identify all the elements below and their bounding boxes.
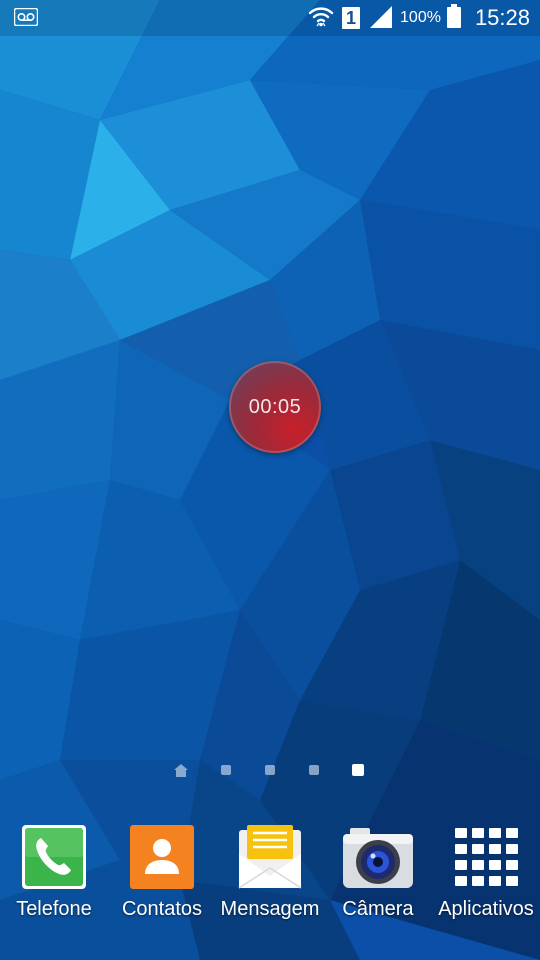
status-icons: 1 100% 15:28 (300, 0, 530, 36)
signal-icon (368, 4, 394, 33)
page-dot[interactable] (221, 765, 231, 775)
dock-app-mensagem[interactable]: Mensagem (216, 822, 324, 932)
battery-icon (446, 3, 461, 33)
page-dot-active[interactable] (352, 764, 364, 776)
wallpaper (0, 0, 540, 960)
dock-app-telefone[interactable]: Telefone (0, 822, 108, 932)
wifi-icon (308, 4, 334, 33)
sim-slot-badge: 1 (342, 7, 361, 29)
message-icon (235, 824, 305, 895)
phone-icon (21, 824, 87, 895)
page-dot[interactable] (265, 765, 275, 775)
dock-label: Aplicativos (438, 898, 534, 920)
contacts-icon (129, 824, 195, 895)
dock-app-contatos[interactable]: Contatos (108, 822, 216, 932)
home-page-indicator-icon[interactable] (174, 764, 188, 782)
home-screen: 1 100% 15:28 00:05 Telefone Contatos Men… (0, 0, 540, 960)
status-clock: 15:28 (474, 5, 530, 30)
dock: Telefone Contatos Mensagem Câmera Aplica… (0, 822, 540, 932)
battery-percent: 100% (400, 9, 441, 26)
camera-icon (342, 824, 414, 895)
voicemail-icon (13, 7, 39, 31)
apps-grid-icon (453, 824, 519, 895)
dock-label: Contatos (121, 898, 203, 920)
page-dot[interactable] (309, 765, 319, 775)
dock-label: Mensagem (220, 898, 320, 920)
dock-app-camera[interactable]: Câmera (324, 822, 432, 932)
dock-label: Telefone (16, 898, 92, 920)
recording-timer-text: 00:05 (248, 395, 302, 418)
page-indicator (0, 762, 540, 778)
dock-label: Câmera (342, 898, 414, 920)
status-bar: 1 100% 15:28 (0, 0, 540, 36)
dock-app-aplicativos[interactable]: Aplicativos (432, 822, 540, 932)
recording-timer-bubble[interactable]: 00:05 (229, 361, 321, 453)
